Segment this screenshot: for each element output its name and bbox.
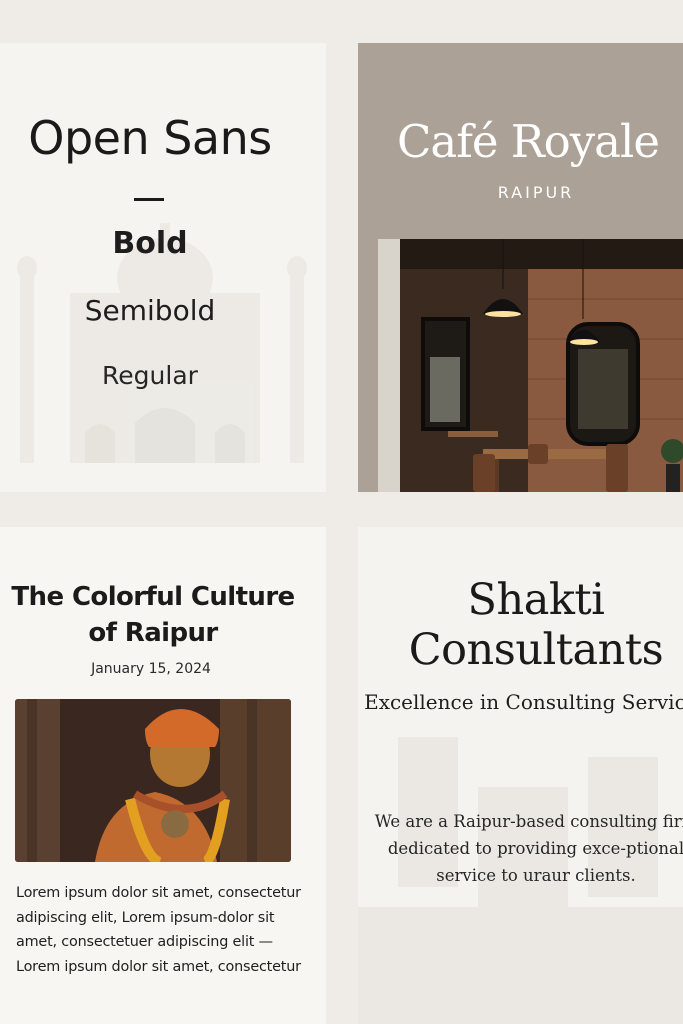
font-specimen-card: Open Sans Bold Semibold Regular — [0, 43, 326, 492]
cafe-city: RAIPUR — [497, 183, 575, 202]
cafe-name: Café Royale — [396, 115, 660, 168]
consultants-description: We are a Raipur-based consulting firm de… — [374, 812, 683, 885]
weight-bold-label: Bold — [112, 226, 188, 261]
consultants-name: Shakti Consultants — [408, 575, 664, 675]
cafe-interior-photo — [378, 239, 683, 492]
blog-date: January 15, 2024 — [91, 661, 211, 677]
culture-statue-photo — [15, 699, 291, 862]
weight-semibold-label: Semibold — [84, 294, 216, 327]
blog-title: The Colorful Culture of Raipur — [11, 582, 295, 648]
divider-dash — [134, 198, 164, 201]
consultants-tagline: Excellence in Consulting Services — [364, 690, 683, 714]
weight-regular-label: Regular — [102, 361, 198, 390]
cafe-brand-card: Café Royale RAIPUR — [358, 43, 683, 492]
font-name-heading: Open Sans — [28, 111, 272, 165]
blog-body-text: Lorem ipsum dolor sit amet, consectetur … — [16, 885, 301, 975]
consultants-card: Shakti Consultants Excellence in Consult… — [358, 527, 683, 1024]
blog-post-card: The Colorful Culture of Raipur January 1… — [0, 527, 326, 1024]
